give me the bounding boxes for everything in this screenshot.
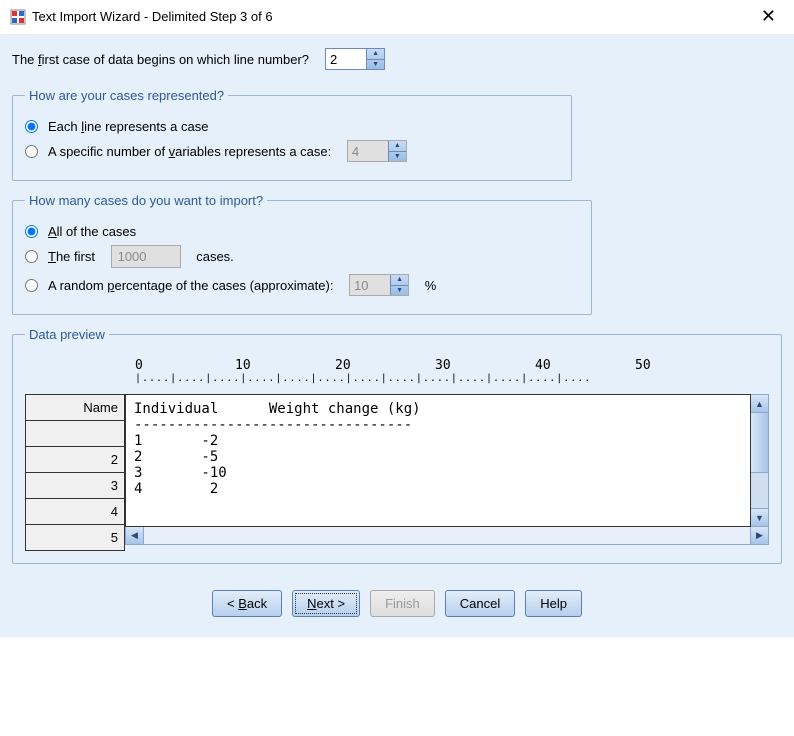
help-button[interactable]: Help — [525, 590, 582, 617]
cancel-button[interactable]: Cancel — [445, 590, 515, 617]
spin-down-icon: ▼ — [389, 152, 406, 162]
spin-up-icon: ▲ — [389, 141, 406, 152]
row-header: 2 — [26, 447, 125, 473]
spin-down-icon: ▼ — [391, 286, 408, 296]
close-button[interactable]: ✕ — [753, 4, 784, 29]
data-preview-legend: Data preview — [25, 327, 109, 342]
button-row: < Back Next > Finish Cancel Help — [12, 576, 782, 623]
window-title: Text Import Wizard - Delimited Step 3 of… — [32, 9, 273, 24]
radio-all-cases[interactable] — [25, 225, 38, 238]
scroll-left-icon[interactable]: ◀ — [126, 527, 144, 544]
first-n-input — [111, 245, 181, 268]
radio-num-vars-label[interactable]: A specific number of variables represent… — [48, 144, 331, 159]
first-line-input[interactable] — [326, 49, 366, 69]
first-line-row: The first case of data begins on which l… — [12, 48, 782, 70]
app-icon — [10, 9, 26, 25]
next-button[interactable]: Next > — [292, 590, 360, 617]
spin-down-icon[interactable]: ▼ — [367, 60, 384, 70]
radio-num-vars[interactable] — [25, 145, 38, 158]
spin-up-icon[interactable]: ▲ — [367, 49, 384, 60]
radio-each-line[interactable] — [25, 120, 38, 133]
import-count-group: How many cases do you want to import? Al… — [12, 193, 592, 315]
pct-symbol: % — [425, 278, 437, 293]
scroll-up-icon[interactable]: ▲ — [751, 395, 768, 413]
row-header: 5 — [26, 525, 125, 551]
spin-up-icon: ▲ — [391, 275, 408, 286]
first-line-spinner[interactable]: ▲ ▼ — [325, 48, 385, 70]
pct-input — [350, 275, 390, 295]
scroll-right-icon[interactable]: ▶ — [750, 527, 768, 544]
radio-first-n[interactable] — [25, 250, 38, 263]
data-preview-group: Data preview 0 10 20 30 40 50 |....|....… — [12, 327, 782, 564]
scroll-down-icon[interactable]: ▼ — [751, 508, 768, 526]
row-header: 3 — [26, 473, 125, 499]
import-count-legend: How many cases do you want to import? — [25, 193, 267, 208]
pct-spinner: ▲ ▼ — [349, 274, 409, 296]
first-n-after: cases. — [196, 249, 234, 264]
row-header — [26, 421, 125, 447]
horizontal-scrollbar[interactable]: ◀ ▶ — [125, 527, 769, 545]
cases-represented-group: How are your cases represented? Each lin… — [12, 88, 572, 181]
radio-all-cases-label[interactable]: All of the cases — [48, 224, 136, 239]
radio-first-n-label[interactable]: The first — [48, 249, 95, 264]
first-line-label: The first case of data begins on which l… — [12, 52, 309, 67]
title-bar: Text Import Wizard - Delimited Step 3 of… — [0, 0, 794, 34]
preview-ruler: 0 10 20 30 40 50 |....|....|....|....|..… — [135, 358, 749, 388]
radio-random-pct-label[interactable]: A random percentage of the cases (approx… — [48, 278, 333, 293]
preview-data-box: Individual Weight change (kg) ----------… — [125, 394, 751, 527]
row-header: 4 — [26, 499, 125, 525]
dialog-body: The first case of data begins on which l… — [0, 34, 794, 637]
radio-random-pct[interactable] — [25, 279, 38, 292]
row-header: Name — [26, 395, 125, 421]
cases-represented-legend: How are your cases represented? — [25, 88, 228, 103]
vertical-scrollbar[interactable]: ▲ ▼ — [751, 394, 769, 527]
scroll-thumb[interactable] — [751, 413, 768, 473]
num-vars-spinner: ▲ ▼ — [347, 140, 407, 162]
preview-row-headers: Name 2 3 4 5 — [25, 394, 125, 551]
num-vars-input — [348, 141, 388, 161]
finish-button: Finish — [370, 590, 435, 617]
radio-each-line-label[interactable]: Each line represents a case — [48, 119, 208, 134]
back-button[interactable]: < Back — [212, 590, 282, 617]
